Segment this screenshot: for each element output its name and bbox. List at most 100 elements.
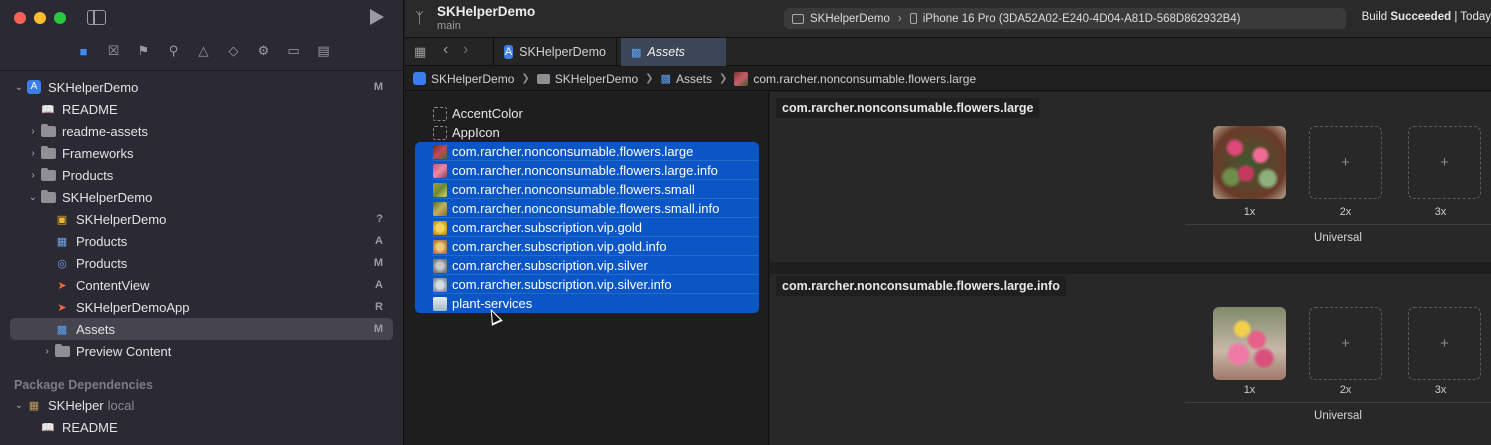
asset-item-flowers-small-info[interactable]: com.rarcher.nonconsumable.flowers.small.… [433, 199, 719, 218]
project-navigator-icon[interactable]: ■ [74, 42, 93, 60]
tab-assets[interactable]: ▩ Assets [621, 38, 726, 66]
tab-label: SKHelperDemo [519, 45, 606, 59]
tree-item-products-table[interactable]: ▦ Products A [0, 230, 403, 252]
status-time: | Today [1454, 11, 1491, 23]
asset-label: com.rarcher.nonconsumable.flowers.small [452, 182, 695, 197]
tree-item-readme-assets[interactable]: › readme-assets [0, 120, 403, 142]
image-well-3x[interactable]: + [1408, 126, 1481, 199]
related-items-grid-icon[interactable]: ▦ [414, 44, 426, 60]
xcode-project-icon: A [27, 80, 41, 94]
tree-item-assets[interactable]: ▩ Assets M [10, 318, 393, 340]
image-well-1x[interactable] [1213, 126, 1286, 199]
book-icon: 📖 [41, 103, 55, 116]
tree-item-products-storekit[interactable]: ◎ Products M [0, 252, 403, 274]
tree-item-contentview[interactable]: ➤ ContentView A [0, 274, 403, 296]
tree-item-package[interactable]: ⌄ ▦ SKHelper local [0, 394, 403, 416]
jump-bar: SKHelperDemo ❯ SKHelperDemo ❯ ▩ Assets ❯… [405, 67, 1491, 91]
asset-label: com.rarcher.nonconsumable.flowers.large.… [452, 163, 718, 178]
image-well-2x[interactable]: + [1309, 307, 1382, 380]
report-navigator-icon[interactable]: ▤ [314, 42, 333, 60]
breadcrumb-imageset[interactable]: com.rarcher.nonconsumable.flowers.large [734, 71, 977, 86]
appstore-icon: ◎ [57, 257, 67, 270]
xcode-project-icon: A [504, 45, 514, 59]
tab-skhelperdemo[interactable]: A SKHelperDemo [493, 38, 617, 66]
asset-item-flowers-large[interactable]: com.rarcher.nonconsumable.flowers.large [433, 142, 693, 161]
asset-item-vip-silver[interactable]: com.rarcher.subscription.vip.silver [433, 256, 648, 275]
folder-icon [40, 145, 56, 159]
silver-coin-icon [433, 258, 447, 273]
tree-item-package-readme[interactable]: 📖 README [0, 416, 403, 438]
tree-item-label: Products [76, 255, 128, 271]
asset-item-vip-silver-info[interactable]: com.rarcher.subscription.vip.silver.info [433, 275, 672, 294]
back-arrow-icon[interactable]: ‹ [443, 41, 448, 59]
scale-label: 2x [1339, 206, 1352, 218]
tree-item-products-folder[interactable]: › Products [0, 164, 403, 186]
close-window-button[interactable] [14, 12, 26, 24]
image-thumbnail-icon [433, 296, 447, 311]
run-icon[interactable] [370, 9, 384, 25]
breadcrumb-label: SKHelperDemo [554, 71, 639, 86]
run-destination[interactable]: iPhone 16 Pro (3DA52A02-E240-4D04-A81D-5… [923, 13, 1241, 25]
chevron-right-icon[interactable]: › [26, 170, 40, 181]
breadcrumb-label: com.rarcher.nonconsumable.flowers.large [753, 71, 977, 86]
asset-item-flowers-large-info[interactable]: com.rarcher.nonconsumable.flowers.large.… [433, 161, 718, 180]
asset-item-plant-services[interactable]: plant-services [433, 294, 532, 313]
chevron-right-icon[interactable]: › [26, 126, 40, 137]
color-set-icon [433, 106, 447, 121]
chevron-down-icon[interactable]: ⌄ [12, 400, 26, 411]
tree-item-skhelperdemoapp[interactable]: ➤ SKHelperDemoApp R [0, 296, 403, 318]
tree-item-label: Frameworks [62, 145, 134, 161]
issue-navigator-icon[interactable]: △ [194, 42, 213, 60]
chevron-down-icon[interactable]: ⌄ [26, 192, 40, 203]
package-dependencies-header: Package Dependencies [14, 378, 153, 392]
navigator-selector-bar: ■ ☒ ⚑ ⚲ △ ◇ ⚙ ▭ ▤ [74, 42, 333, 60]
asset-item-appicon[interactable]: AppIcon [433, 123, 500, 142]
find-navigator-icon[interactable]: ⚲ [164, 42, 183, 60]
debug-navigator-icon[interactable]: ⚙ [254, 42, 273, 60]
source-control-navigator-icon[interactable]: ☒ [104, 42, 123, 60]
image-thumbnail-icon [433, 163, 447, 178]
test-navigator-icon[interactable]: ◇ [224, 42, 243, 60]
image-well-3x[interactable]: + [1408, 307, 1481, 380]
asset-catalog-icon: ▩ [56, 323, 68, 336]
tree-item-preview-content[interactable]: › Preview Content [0, 340, 403, 362]
chevron-down-icon[interactable]: ⌄ [12, 82, 26, 93]
chevron-right-icon[interactable]: › [40, 346, 54, 357]
scale-label: 3x [1434, 384, 1447, 396]
breadcrumb-project[interactable]: SKHelperDemo [413, 72, 514, 86]
window-toolbar: ᛉ SKHelperDemo main SKHelperDemo › iPhon… [405, 0, 1491, 38]
minimize-window-button[interactable] [34, 12, 46, 24]
tree-item-project[interactable]: ⌄ A SKHelperDemo M [0, 76, 403, 98]
breadcrumb-label: Assets [675, 71, 712, 86]
image-set-title: com.rarcher.nonconsumable.flowers.large.… [776, 276, 1066, 296]
breadcrumb-folder[interactable]: SKHelperDemo [536, 71, 639, 86]
silver-coin-icon [433, 277, 447, 292]
image-well-1x[interactable] [1213, 307, 1286, 380]
asset-item-flowers-small[interactable]: com.rarcher.nonconsumable.flowers.small [433, 180, 695, 199]
sidebar-toggle-icon[interactable] [87, 10, 106, 25]
tree-item-label: Preview Content [76, 343, 172, 359]
asset-label: AccentColor [452, 106, 523, 121]
breakpoint-navigator-icon[interactable]: ▭ [284, 42, 303, 60]
asset-item-vip-gold-info[interactable]: com.rarcher.subscription.vip.gold.info [433, 237, 667, 256]
breadcrumb-label: SKHelperDemo [431, 71, 515, 86]
plus-icon: + [1440, 154, 1449, 171]
tree-item-frameworks[interactable]: › Frameworks [0, 142, 403, 164]
swift-file-icon: ➤ [57, 301, 67, 314]
asset-item-vip-gold[interactable]: com.rarcher.subscription.vip.gold [433, 218, 642, 237]
bookmark-navigator-icon[interactable]: ⚑ [134, 42, 153, 60]
tree-item-readme[interactable]: 📖 README [0, 98, 403, 120]
forward-arrow-icon[interactable]: › [463, 41, 468, 59]
chevron-right-icon[interactable]: › [26, 148, 40, 159]
table-icon: ▦ [56, 235, 68, 248]
chevron-right-icon: ❯ [521, 73, 530, 84]
tree-item-skhelperdemo-folder[interactable]: ⌄ SKHelperDemo [0, 186, 403, 208]
zoom-window-button[interactable] [54, 12, 66, 24]
asset-item-accentcolor[interactable]: AccentColor [433, 104, 523, 123]
scheme-selector[interactable]: SKHelperDemo › iPhone 16 Pro (3DA52A02-E… [784, 8, 1346, 29]
breadcrumb-assets[interactable]: ▩ Assets [661, 72, 712, 86]
image-well-2x[interactable]: + [1309, 126, 1382, 199]
tree-item-skhelperdemo-file[interactable]: ▣ SKHelperDemo ? [0, 208, 403, 230]
tree-item-label: SKHelperDemoApp [76, 299, 190, 315]
asset-label: com.rarcher.subscription.vip.silver.info [452, 277, 672, 292]
